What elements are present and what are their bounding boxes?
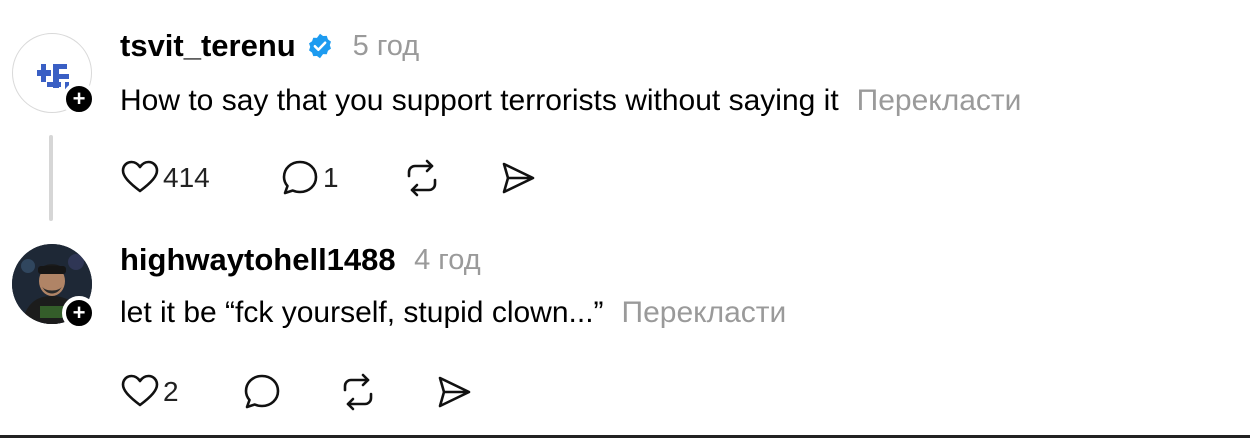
- like-button[interactable]: 2: [120, 372, 179, 412]
- heart-icon: [121, 160, 159, 193]
- plus-icon: +: [72, 300, 86, 325]
- share-icon: [502, 162, 535, 194]
- post-body: let it be “fck yourself, stupid clown...…: [120, 296, 604, 329]
- repost-icon: [407, 159, 437, 197]
- repost-button[interactable]: [338, 372, 378, 412]
- share-icon: [438, 376, 471, 408]
- post-text: let it be “fck yourself, stupid clown...…: [120, 296, 786, 330]
- reply-button[interactable]: 1: [280, 158, 339, 198]
- share-button[interactable]: [498, 158, 538, 198]
- post-body: How to say that you support terrorists w…: [120, 84, 839, 117]
- comment-icon: [244, 374, 280, 409]
- plus-icon: +: [72, 86, 86, 111]
- heart-icon: [121, 374, 159, 407]
- like-button[interactable]: 414: [120, 158, 210, 198]
- thread-post: + highwaytohell1488 4 год let it be “fck…: [0, 230, 1250, 430]
- thread-post: + tsvit_terenu 5 год How to say that you…: [0, 0, 1250, 230]
- timestamp: 5 год: [352, 29, 420, 62]
- thread-line: [49, 135, 53, 221]
- reply-button[interactable]: [242, 372, 282, 412]
- username[interactable]: highwaytohell1488: [120, 242, 396, 277]
- username[interactable]: tsvit_terenu: [120, 28, 296, 63]
- repost-button[interactable]: [402, 158, 442, 198]
- comment-icon: [282, 160, 318, 195]
- post-header: highwaytohell1488 4 год: [120, 242, 481, 278]
- like-count: 2: [163, 376, 179, 407]
- translate-link[interactable]: Перекласти: [857, 84, 1022, 117]
- post-header: tsvit_terenu 5 год: [120, 28, 419, 64]
- verified-badge-icon: [309, 33, 332, 59]
- repost-icon: [343, 373, 373, 411]
- translate-link[interactable]: Перекласти: [622, 296, 787, 329]
- share-button[interactable]: [434, 372, 474, 412]
- reply-count: 1: [323, 162, 339, 193]
- post-text: How to say that you support terrorists w…: [120, 84, 1021, 118]
- like-count: 414: [163, 162, 210, 193]
- follow-button[interactable]: +: [62, 296, 96, 330]
- timestamp: 4 год: [414, 243, 481, 276]
- follow-button[interactable]: +: [62, 82, 96, 116]
